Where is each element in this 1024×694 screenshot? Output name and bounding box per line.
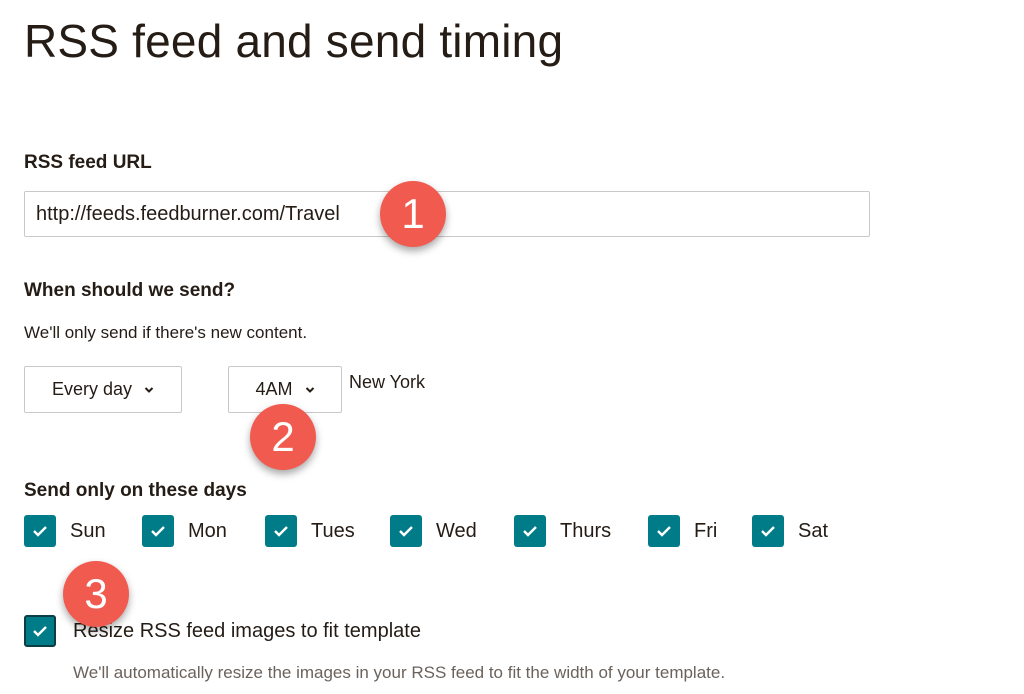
send-timing-helper: We'll only send if there's new content. — [24, 323, 308, 342]
annotation-badge-2: 2 — [250, 404, 316, 470]
day-label: Sun — [70, 519, 106, 542]
checkbox[interactable] — [265, 515, 297, 547]
checkbox[interactable] — [752, 515, 784, 547]
checkmark-icon — [151, 526, 165, 537]
checkbox[interactable] — [24, 515, 56, 547]
frequency-select[interactable]: Every day — [24, 366, 182, 413]
checkmark-icon — [33, 626, 47, 637]
day-label: Fri — [694, 519, 718, 542]
annotation-badge-3: 3 — [63, 561, 129, 627]
day-label: Thurs — [560, 519, 612, 542]
day-checkbox-sun[interactable]: Sun — [24, 515, 106, 547]
checkbox[interactable] — [514, 515, 546, 547]
checkmark-icon — [399, 526, 413, 537]
chevron-down-icon — [305, 386, 314, 393]
time-value: 4AM — [255, 379, 293, 399]
chevron-down-icon — [144, 386, 154, 393]
send-timing-label: When should we send? — [24, 280, 236, 301]
checkbox[interactable] — [24, 615, 56, 647]
rss-url-label: RSS feed URL — [24, 152, 152, 173]
page-title: RSS feed and send timing — [24, 15, 564, 67]
day-checkbox-tues[interactable]: Tues — [265, 515, 355, 547]
annotation-badge-1: 1 — [380, 181, 446, 247]
resize-images-helper: We'll automatically resize the images in… — [73, 663, 726, 682]
day-label: Tues — [311, 519, 355, 542]
day-checkbox-mon[interactable]: Mon — [142, 515, 227, 547]
day-label: Mon — [188, 519, 227, 542]
checkbox[interactable] — [648, 515, 680, 547]
day-checkbox-fri[interactable]: Fri — [648, 515, 717, 547]
day-label: Wed — [436, 519, 477, 542]
checkbox[interactable] — [390, 515, 422, 547]
day-checkbox-thurs[interactable]: Thurs — [514, 515, 611, 547]
day-label: Sat — [798, 519, 829, 542]
checkmark-icon — [274, 526, 288, 537]
timezone-label: New York — [349, 372, 426, 392]
resize-images-label: Resize RSS feed images to fit template — [73, 619, 421, 642]
checkmark-icon — [33, 526, 47, 537]
checkbox[interactable] — [142, 515, 174, 547]
rss-url-input[interactable] — [24, 191, 870, 237]
frequency-value: Every day — [51, 379, 133, 399]
checkmark-icon — [761, 526, 775, 537]
day-checkbox-sat[interactable]: Sat — [752, 515, 828, 547]
checkmark-icon — [523, 526, 537, 537]
checkmark-icon — [657, 526, 671, 537]
days-label: Send only on these days — [24, 480, 247, 501]
day-checkbox-wed[interactable]: Wed — [390, 515, 477, 547]
